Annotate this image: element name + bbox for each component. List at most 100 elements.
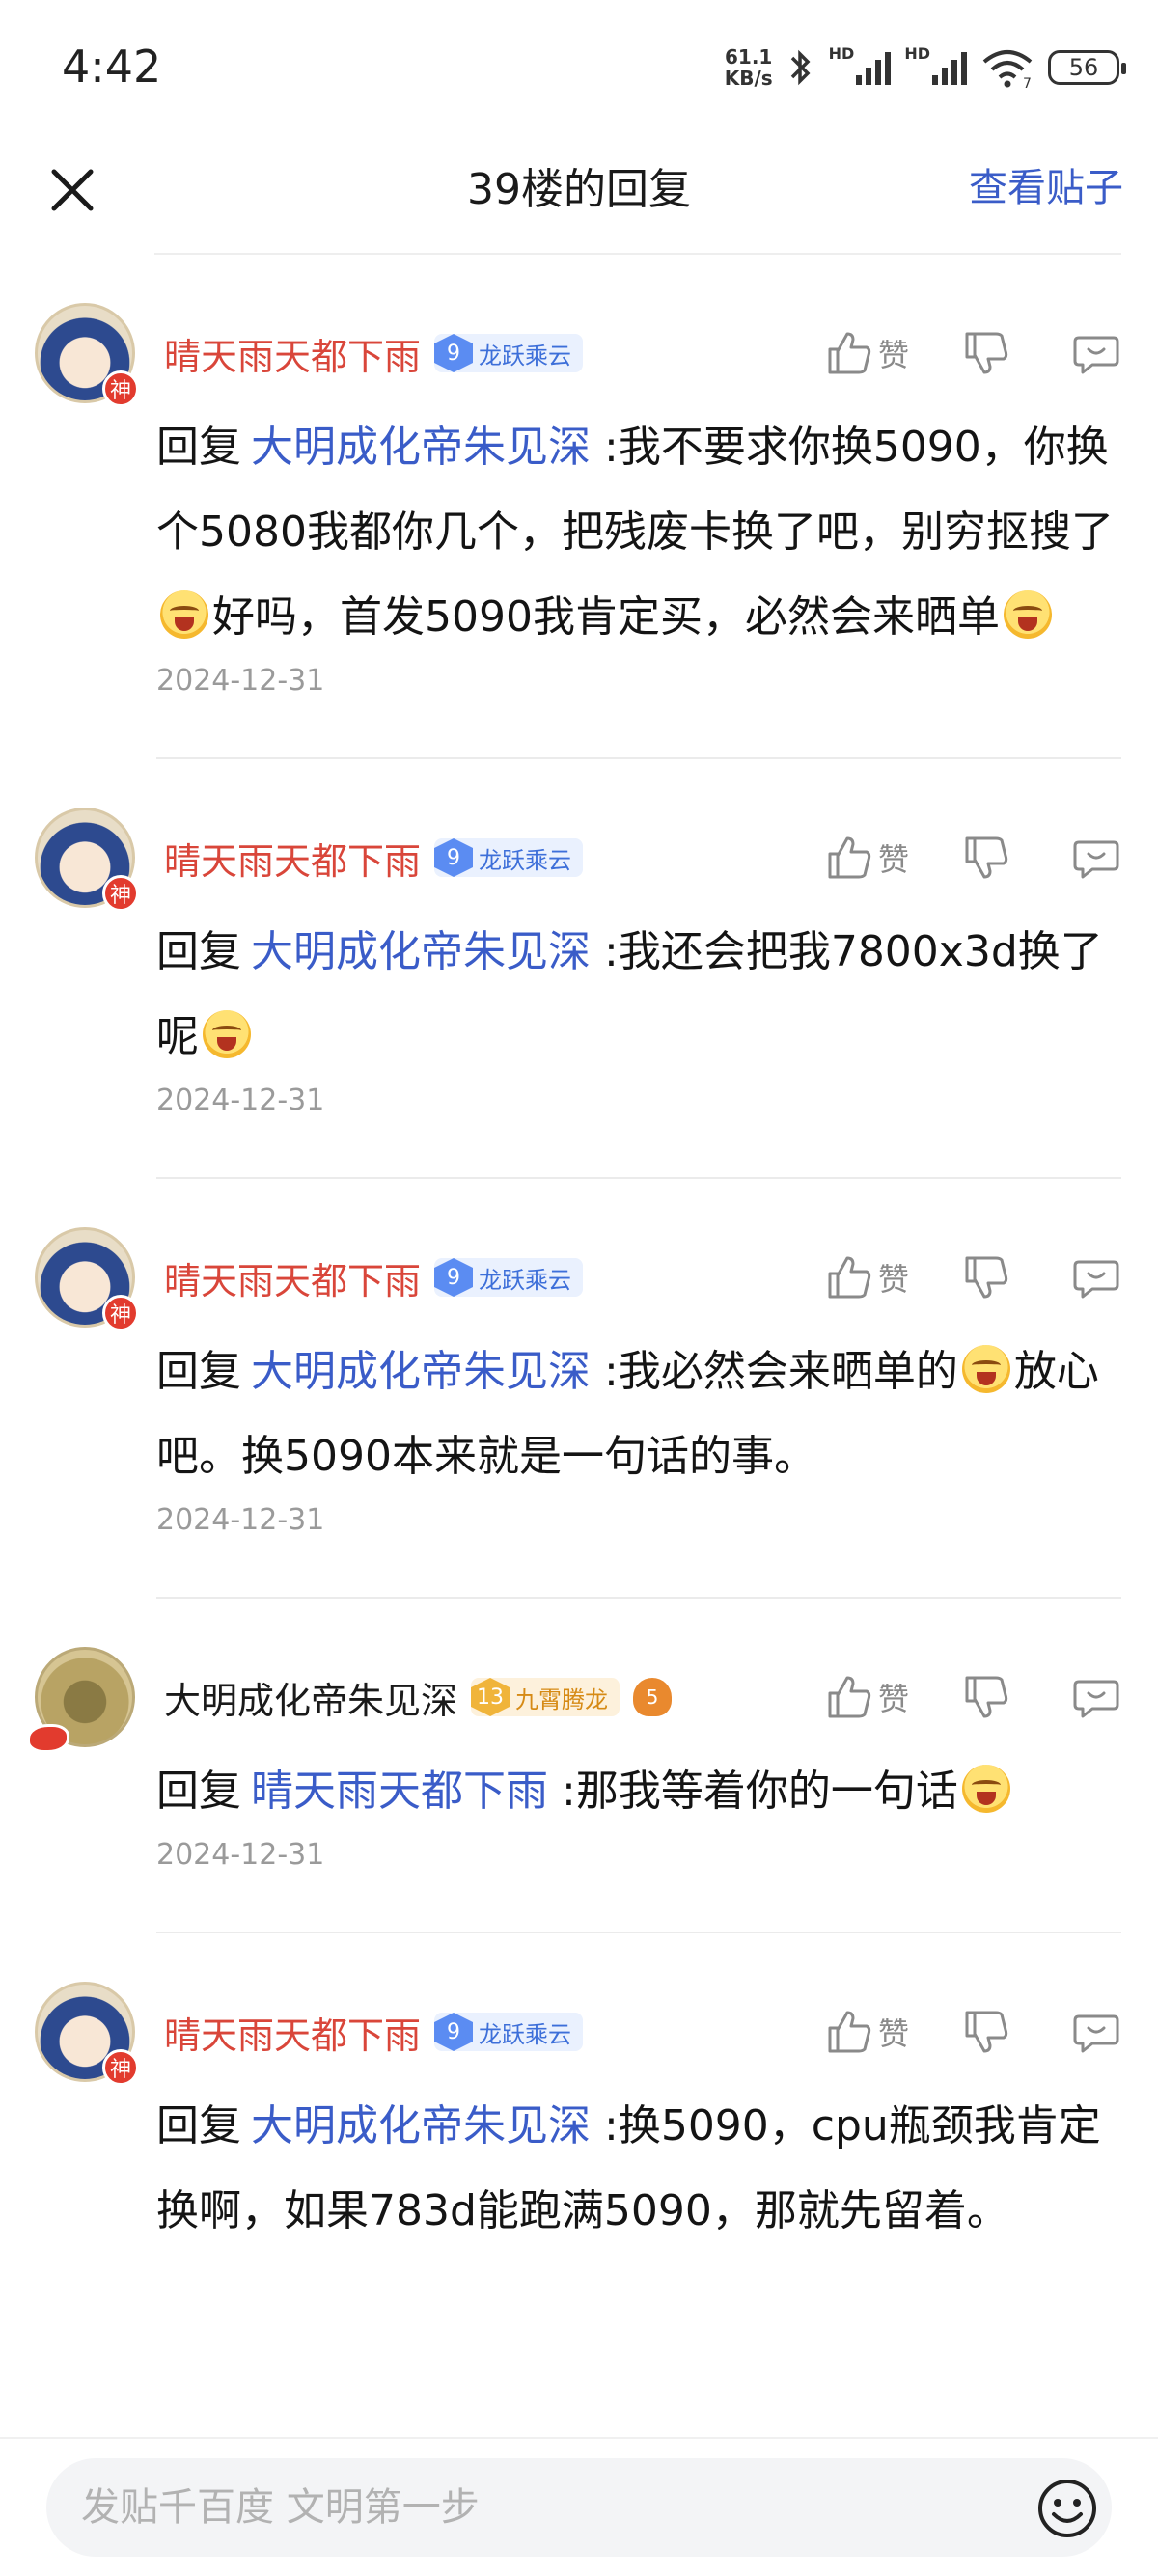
like-button[interactable]: 赞 <box>824 2007 909 2057</box>
hd-label-2: HD <box>904 44 930 63</box>
god-badge: 神 <box>102 875 139 912</box>
avatar[interactable] <box>27 1647 135 1753</box>
status-bar: 4:42 61.1 KB/s HD HD 7 56 <box>0 0 1158 135</box>
reply-text: :我必然会来晒单的 <box>604 1347 958 1396</box>
dislike-button[interactable] <box>961 1252 1011 1302</box>
view-post-link[interactable]: 查看贴子 <box>969 156 1123 212</box>
post-input[interactable] <box>46 2458 1112 2557</box>
reply-date: 2024-12-31 <box>156 664 325 698</box>
smiley-icon[interactable] <box>1034 2476 1100 2541</box>
level-name: 九霄腾龙 <box>515 1685 609 1713</box>
hd-label-1: HD <box>828 44 855 63</box>
reply-header: 晴天雨天都下雨 9 龙跃乘云 赞 <box>156 1982 1121 2082</box>
dislike-button[interactable] <box>961 2007 1011 2057</box>
wifi-icon: 7 <box>982 50 1033 89</box>
reply-target-link[interactable]: 大明成化帝朱见深 <box>251 927 591 976</box>
reply-date: 2024-12-31 <box>156 1083 325 1117</box>
dislike-button[interactable] <box>961 328 1011 378</box>
god-badge: 神 <box>102 1295 139 1331</box>
thumbs-down-icon <box>965 1676 1008 1718</box>
like-button[interactable]: 赞 <box>824 1252 909 1302</box>
level-badge: 13 九霄腾龙 <box>471 1678 620 1716</box>
signal-icon-2 <box>932 50 967 85</box>
comment-button[interactable] <box>1071 328 1121 378</box>
level-badge: 9 龙跃乘云 <box>434 1258 584 1297</box>
reply-actions: 赞 <box>824 1248 1121 1306</box>
username[interactable]: 晴天雨天都下雨 <box>164 832 421 885</box>
signal-icon-1 <box>856 50 892 85</box>
thumbs-down-icon <box>965 332 1008 374</box>
level-name: 龙跃乘云 <box>479 1266 572 1294</box>
reply-prefix: 回复 <box>156 927 241 976</box>
reply-item: 神 晴天雨天都下雨 9 龙跃乘云 赞 回复 大明成化帝朱 <box>0 255 1158 698</box>
thumbs-down-icon <box>965 1256 1008 1299</box>
thumbs-up-icon <box>828 1676 871 1718</box>
reply-target-link[interactable]: 大明成化帝朱见深 <box>251 2101 591 2151</box>
reply-date: 2024-12-31 <box>156 1838 325 1872</box>
avatar-frame-decoration <box>27 1724 69 1753</box>
laughing-emoji-icon <box>203 1010 251 1058</box>
reply-item: 神 晴天雨天都下雨 9 龙跃乘云 赞 回复 大明成化帝朱 <box>0 1179 1158 1537</box>
like-button[interactable]: 赞 <box>824 833 909 883</box>
comment-bubble-icon <box>1073 2014 1119 2053</box>
laughing-emoji-icon <box>961 1345 1010 1393</box>
avatar[interactable]: 神 <box>35 808 139 912</box>
like-label: 赞 <box>877 337 909 373</box>
status-time: 4:42 <box>62 41 162 93</box>
username[interactable]: 晴天雨天都下雨 <box>164 1251 421 1304</box>
reply-item: 神 晴天雨天都下雨 9 龙跃乘云 赞 回复 大明成化帝朱 <box>0 1933 1158 2254</box>
like-label: 赞 <box>877 2015 909 2052</box>
reply-text: :那我等着你的一句话 <box>562 1767 958 1816</box>
comment-button[interactable] <box>1071 1252 1121 1302</box>
comment-button[interactable] <box>1071 833 1121 883</box>
like-button[interactable]: 赞 <box>824 1672 909 1722</box>
comment-bubble-icon <box>1073 1260 1119 1299</box>
level-badge: 9 龙跃乘云 <box>434 838 584 877</box>
reply-actions: 赞 <box>824 1668 1121 1726</box>
avatar[interactable]: 神 <box>35 1982 139 2086</box>
reply-item: 大明成化帝朱见深 13 九霄腾龙 5 赞 回复 晴天雨天都下雨:那我等着你的一… <box>0 1599 1158 1872</box>
username[interactable]: 大明成化帝朱见深 <box>164 1671 457 1724</box>
reply-content: 回复 大明成化帝朱见深:换5090，cpu瓶颈我肯定换啊，如果783d能跑满509… <box>156 2084 1121 2254</box>
avatar[interactable]: 神 <box>35 303 139 407</box>
dislike-button[interactable] <box>961 833 1011 883</box>
like-label: 赞 <box>877 1681 909 1717</box>
level-badge: 9 龙跃乘云 <box>434 334 584 372</box>
username[interactable]: 晴天雨天都下雨 <box>164 327 421 380</box>
reply-content: 回复 晴天雨天都下雨:那我等着你的一句话 <box>156 1749 1121 1834</box>
reply-target-link[interactable]: 大明成化帝朱见深 <box>251 423 591 472</box>
status-icons: 61.1 KB/s HD HD 7 56 <box>724 39 1126 96</box>
svg-text:7: 7 <box>1023 76 1032 89</box>
like-label: 赞 <box>877 1261 909 1298</box>
reply-header: 大明成化帝朱见深 13 九霄腾龙 5 赞 <box>156 1647 1121 1747</box>
reply-list[interactable]: 神 晴天雨天都下雨 9 龙跃乘云 赞 回复 大明成化帝朱见深:我不要求你换50… <box>0 255 1158 2437</box>
reply-content: 回复 大明成化帝朱见深:我还会把我7800x3d换了呢 <box>156 910 1121 1080</box>
comment-button[interactable] <box>1071 2007 1121 2057</box>
comment-button[interactable] <box>1071 1672 1121 1722</box>
reply-date: 2024-12-31 <box>156 1503 325 1537</box>
network-speed: 61.1 KB/s <box>724 45 773 90</box>
level-number: 9 <box>434 838 474 877</box>
god-badge: 神 <box>102 2049 139 2086</box>
level-name: 龙跃乘云 <box>479 2020 572 2048</box>
level-number: 9 <box>434 334 474 372</box>
reply-target-link[interactable]: 晴天雨天都下雨 <box>251 1767 548 1816</box>
like-button[interactable]: 赞 <box>824 328 909 378</box>
thumbs-up-icon <box>828 332 871 374</box>
dislike-button[interactable] <box>961 1672 1011 1722</box>
reply-header: 晴天雨天都下雨 9 龙跃乘云 赞 <box>156 1227 1121 1328</box>
level-badge: 9 龙跃乘云 <box>434 2013 584 2051</box>
thumbs-up-icon <box>828 836 871 879</box>
reply-prefix: 回复 <box>156 2101 241 2151</box>
thumbs-down-icon <box>965 836 1008 879</box>
battery-indicator: 56 <box>1048 50 1126 85</box>
level-name: 龙跃乘云 <box>479 846 572 874</box>
avatar[interactable]: 神 <box>35 1227 139 1331</box>
bluetooth-icon <box>790 49 811 86</box>
reply-target-link[interactable]: 大明成化帝朱见深 <box>251 1347 591 1396</box>
reply-header: 晴天雨天都下雨 9 龙跃乘云 赞 <box>156 303 1121 403</box>
comment-bubble-icon <box>1073 1680 1119 1718</box>
username[interactable]: 晴天雨天都下雨 <box>164 2006 421 2059</box>
level-name: 龙跃乘云 <box>479 342 572 370</box>
reply-prefix: 回复 <box>156 423 241 472</box>
